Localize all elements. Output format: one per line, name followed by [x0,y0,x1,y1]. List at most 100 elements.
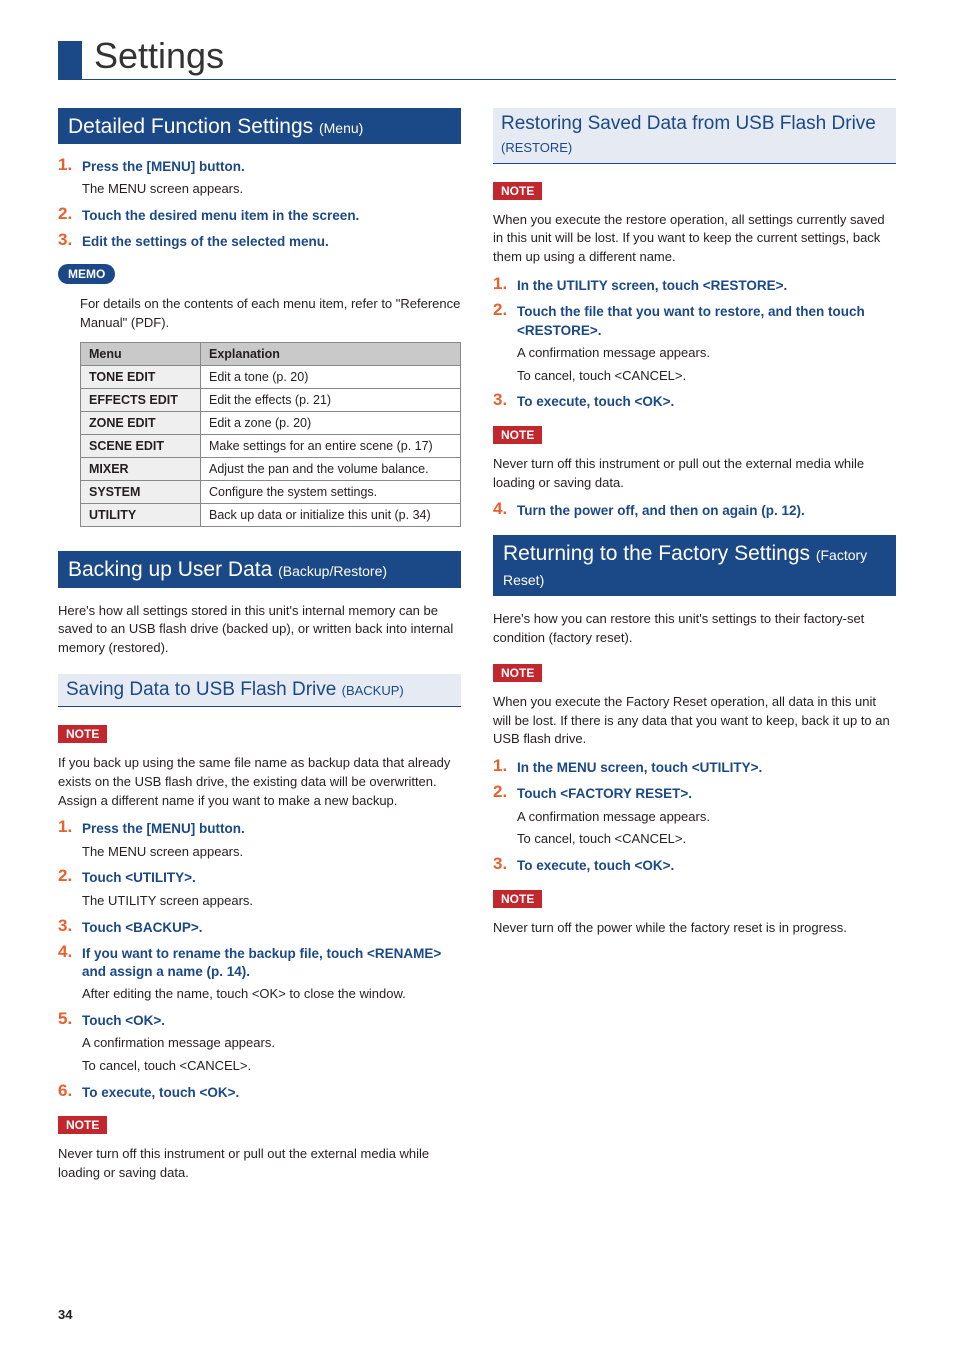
step: In the MENU screen, touch <UTILITY>. [493,759,896,777]
page-title-bar: Settings [58,35,896,80]
steps-factory-reset: In the MENU screen, touch <UTILITY>. Tou… [493,759,896,875]
step-bold: Touch <BACKUP>. [82,919,461,937]
cell-exp: Edit the effects (p. 21) [201,389,461,412]
step: Touch the file that you want to restore,… [493,303,896,385]
table-header-row: Menu Explanation [81,343,461,366]
step: Press the [MENU] button. The MENU screen… [58,158,461,199]
cell-exp: Configure the system settings. [201,481,461,504]
step-bold: Edit the settings of the selected menu. [82,233,461,251]
step: Press the [MENU] button. The MENU screen… [58,820,461,861]
note-text: When you execute the restore operation, … [493,211,896,268]
table-row: EFFECTS EDITEdit the effects (p. 21) [81,389,461,412]
note-tag: NOTE [493,426,542,444]
subheading-paren: (BACKUP) [342,683,404,698]
cell-menu: EFFECTS EDIT [81,389,201,412]
note-tag: NOTE [493,890,542,908]
section-heading-backup: Backing up User Data (Backup/Restore) [58,551,461,587]
step-sub: A confirmation message appears. [82,1034,461,1053]
section-heading-factory-reset: Returning to the Factory Settings (Facto… [493,535,896,596]
step-bold: Turn the power off, and then on again (p… [517,502,896,520]
step: Touch <OK>. A confirmation message appea… [58,1012,461,1076]
table-row: TONE EDITEdit a tone (p. 20) [81,366,461,389]
memo-pill: MEMO [58,264,115,284]
step-bold: Touch <UTILITY>. [82,869,461,887]
cell-menu: UTILITY [81,504,201,527]
note-tag: NOTE [493,664,542,682]
step-sub: The MENU screen appears. [82,180,461,199]
cell-menu: SCENE EDIT [81,435,201,458]
note-tag: NOTE [493,182,542,200]
steps-detailed: Press the [MENU] button. The MENU screen… [58,158,461,252]
subheading-paren: (RESTORE) [501,140,572,155]
sub-heading-saving: Saving Data to USB Flash Drive (BACKUP) [58,674,461,707]
menu-table: Menu Explanation TONE EDITEdit a tone (p… [80,342,461,527]
subheading-text: Restoring Saved Data from USB Flash Driv… [501,113,876,134]
step: If you want to rename the backup file, t… [58,945,461,1004]
th-explanation: Explanation [201,343,461,366]
page-title: Settings [94,35,224,79]
heading-paren: (Menu) [319,120,363,136]
step-bold: If you want to rename the backup file, t… [82,945,461,981]
note-text: Never turn off the power while the facto… [493,919,896,938]
table-row: UTILITYBack up data or initialize this u… [81,504,461,527]
step: Touch <FACTORY RESET>. A confirmation me… [493,785,896,849]
step-bold: In the UTILITY screen, touch <RESTORE>. [517,277,896,295]
table-row: SCENE EDITMake settings for an entire sc… [81,435,461,458]
cell-menu: ZONE EDIT [81,412,201,435]
step-bold: Touch <OK>. [82,1012,461,1030]
step-sub: The MENU screen appears. [82,843,461,862]
step: In the UTILITY screen, touch <RESTORE>. [493,277,896,295]
step-sub: A confirmation message appears. [517,344,896,363]
step: To execute, touch <OK>. [58,1084,461,1102]
page-number: 34 [58,1307,72,1322]
step: Turn the power off, and then on again (p… [493,502,896,520]
steps-backup: Press the [MENU] button. The MENU screen… [58,820,461,1102]
cell-menu: SYSTEM [81,481,201,504]
step: Touch <BACKUP>. [58,919,461,937]
step: Edit the settings of the selected menu. [58,233,461,251]
cell-exp: Adjust the pan and the volume balance. [201,458,461,481]
heading-text: Backing up User Data [68,558,278,581]
subheading-text: Saving Data to USB Flash Drive [66,679,342,700]
cell-menu: TONE EDIT [81,366,201,389]
step-sub: To cancel, touch <CANCEL>. [82,1057,461,1076]
cell-exp: Back up data or initialize this unit (p.… [201,504,461,527]
left-column: Detailed Function Settings (Menu) Press … [58,108,461,1193]
factory-intro: Here's how you can restore this unit's s… [493,610,896,648]
heading-paren: (Backup/Restore) [278,563,387,579]
table-row: ZONE EDITEdit a zone (p. 20) [81,412,461,435]
cell-menu: MIXER [81,458,201,481]
heading-text: Detailed Function Settings [68,115,319,138]
memo-text: For details on the contents of each menu… [80,295,461,333]
step: To execute, touch <OK>. [493,857,896,875]
right-column: Restoring Saved Data from USB Flash Driv… [493,108,896,1193]
step-sub: To cancel, touch <CANCEL>. [517,367,896,386]
steps-restore: In the UTILITY screen, touch <RESTORE>. … [493,277,896,412]
note-text: Never turn off this instrument or pull o… [493,455,896,493]
step: Touch the desired menu item in the scree… [58,207,461,225]
step-sub: To cancel, touch <CANCEL>. [517,830,896,849]
step-bold: Touch the file that you want to restore,… [517,303,896,339]
table-row: SYSTEMConfigure the system settings. [81,481,461,504]
table-row: MIXERAdjust the pan and the volume balan… [81,458,461,481]
note-tag: NOTE [58,1116,107,1134]
step-sub: The UTILITY screen appears. [82,892,461,911]
heading-text: Returning to the Factory Settings [503,542,816,565]
section-heading-detailed: Detailed Function Settings (Menu) [58,108,461,144]
step-bold: Touch <FACTORY RESET>. [517,785,896,803]
step-bold: To execute, touch <OK>. [517,857,896,875]
step-bold: Touch the desired menu item in the scree… [82,207,461,225]
cell-exp: Edit a zone (p. 20) [201,412,461,435]
note-tag: NOTE [58,725,107,743]
step-bold: Press the [MENU] button. [82,158,461,176]
steps-restore-continued: Turn the power off, and then on again (p… [493,502,896,520]
step: Touch <UTILITY>. The UTILITY screen appe… [58,869,461,910]
step-sub: After editing the name, touch <OK> to cl… [82,985,461,1004]
step-bold: In the MENU screen, touch <UTILITY>. [517,759,896,777]
note-text: When you execute the Factory Reset opera… [493,693,896,750]
note-text: Never turn off this instrument or pull o… [58,1145,461,1183]
cell-exp: Make settings for an entire scene (p. 17… [201,435,461,458]
step-bold: Press the [MENU] button. [82,820,461,838]
sub-heading-restore: Restoring Saved Data from USB Flash Driv… [493,108,896,164]
note-text: If you back up using the same file name … [58,754,461,811]
